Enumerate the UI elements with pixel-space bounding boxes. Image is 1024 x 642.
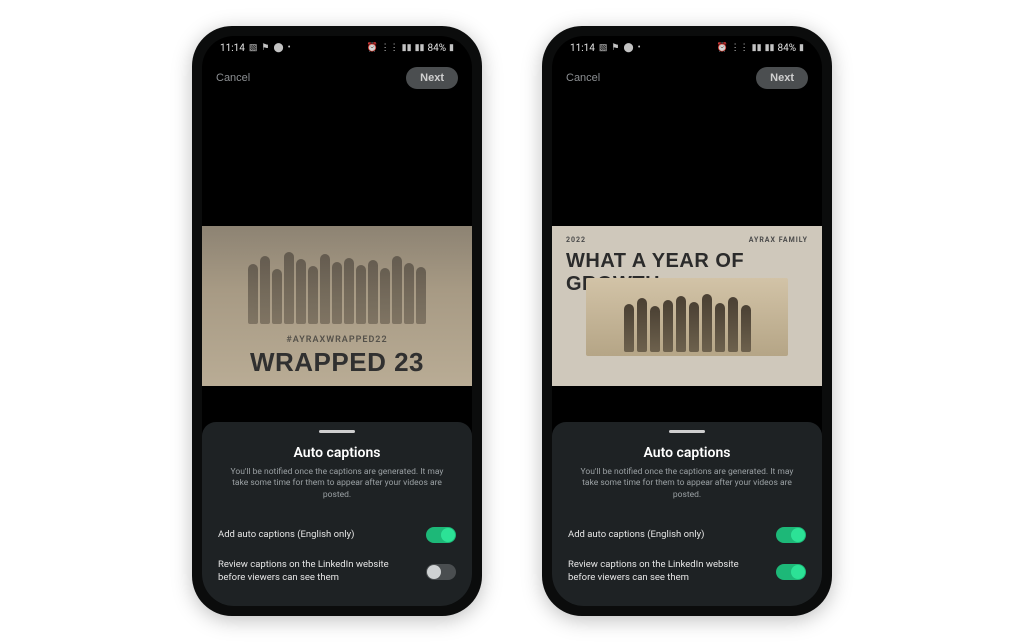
auto-captions-sheet: Auto captions You'll be notified once th… — [202, 422, 472, 606]
clock: 11:14 — [570, 43, 595, 54]
video-preview[interactable]: #AYRAXWRAPPED22 WRAPPED 23 — [202, 226, 472, 386]
strip-right: AYRAX FAMILY — [749, 236, 808, 244]
setting-label: Review captions on the LinkedIn website … — [568, 559, 766, 584]
setting-review-captions: Review captions on the LinkedIn website … — [568, 551, 806, 592]
team-photo — [586, 278, 788, 356]
setting-review-captions: Review captions on the LinkedIn website … — [218, 551, 456, 592]
wifi-icon: ⋮⋮ — [731, 43, 749, 53]
more-icon: • — [288, 43, 291, 53]
snap-icon: ⬤ — [274, 43, 284, 53]
cancel-button[interactable]: Cancel — [216, 72, 250, 84]
snap-icon: ⬤ — [624, 43, 634, 53]
battery-text: 84% — [777, 43, 796, 54]
battery-icon: ▮ — [799, 43, 804, 53]
signal-icon: ▮▮ — [752, 43, 762, 53]
gallery-icon: ▧ — [599, 43, 608, 53]
video-preview[interactable]: 2022 AYRAX FAMILY WHAT A YEAR OF GROWTH — [552, 226, 822, 386]
next-button[interactable]: Next — [756, 67, 808, 89]
screen: 11:14 ▧ ⚑ ⬤ • ⏰ ⋮⋮ ▮▮ ▮▮ 84% ▮ Cancel Ne… — [202, 36, 472, 606]
navbar: Cancel Next — [202, 60, 472, 96]
phone-right: 11:14 ▧ ⚑ ⬤ • ⏰ ⋮⋮ ▮▮ ▮▮ 84% ▮ Cancel Ne… — [542, 26, 832, 616]
setting-add-auto-captions: Add auto captions (English only) — [568, 519, 806, 551]
battery-icon: ▮ — [449, 43, 454, 53]
content-area: #AYRAXWRAPPED22 WRAPPED 23 — [202, 96, 472, 422]
sheet-description: You'll be notified once the captions are… — [218, 467, 456, 501]
setting-add-auto-captions: Add auto captions (English only) — [218, 519, 456, 551]
signal-icon: ▮▮ — [402, 43, 412, 53]
toggle-add-auto-captions[interactable] — [776, 527, 806, 543]
setting-label: Add auto captions (English only) — [568, 529, 766, 541]
status-bar: 11:14 ▧ ⚑ ⬤ • ⏰ ⋮⋮ ▮▮ ▮▮ 84% ▮ — [552, 36, 822, 60]
toggle-add-auto-captions[interactable] — [426, 527, 456, 543]
alarm-icon: ⏰ — [366, 43, 377, 53]
sheet-grabber[interactable] — [669, 430, 705, 433]
clock: 11:14 — [220, 43, 245, 54]
wifi-icon: ⋮⋮ — [381, 43, 399, 53]
sheet-title: Auto captions — [218, 445, 456, 461]
status-bar: 11:14 ▧ ⚑ ⬤ • ⏰ ⋮⋮ ▮▮ ▮▮ 84% ▮ — [202, 36, 472, 60]
setting-label: Review captions on the LinkedIn website … — [218, 559, 416, 584]
content-area: 2022 AYRAX FAMILY WHAT A YEAR OF GROWTH — [552, 96, 822, 422]
navbar: Cancel Next — [552, 60, 822, 96]
sheet-title: Auto captions — [568, 445, 806, 461]
notification-icon: ⚑ — [611, 43, 619, 53]
more-icon: • — [638, 43, 641, 53]
notification-icon: ⚑ — [261, 43, 269, 53]
setting-label: Add auto captions (English only) — [218, 529, 416, 541]
signal2-icon: ▮▮ — [415, 43, 425, 53]
video-title: WRAPPED 23 — [250, 347, 424, 378]
sheet-description: You'll be notified once the captions are… — [568, 467, 806, 501]
auto-captions-sheet: Auto captions You'll be notified once th… — [552, 422, 822, 606]
next-button[interactable]: Next — [406, 67, 458, 89]
toggle-review-captions[interactable] — [776, 564, 806, 580]
strip-left: 2022 — [566, 236, 586, 244]
toggle-review-captions[interactable] — [426, 564, 456, 580]
alarm-icon: ⏰ — [716, 43, 727, 53]
sheet-grabber[interactable] — [319, 430, 355, 433]
cancel-button[interactable]: Cancel — [566, 72, 600, 84]
phone-left: 11:14 ▧ ⚑ ⬤ • ⏰ ⋮⋮ ▮▮ ▮▮ 84% ▮ Cancel Ne… — [192, 26, 482, 616]
gallery-icon: ▧ — [249, 43, 258, 53]
video-hashtag: #AYRAXWRAPPED22 — [286, 335, 387, 345]
screen: 11:14 ▧ ⚑ ⬤ • ⏰ ⋮⋮ ▮▮ ▮▮ 84% ▮ Cancel Ne… — [552, 36, 822, 606]
battery-text: 84% — [427, 43, 446, 54]
signal2-icon: ▮▮ — [765, 43, 775, 53]
